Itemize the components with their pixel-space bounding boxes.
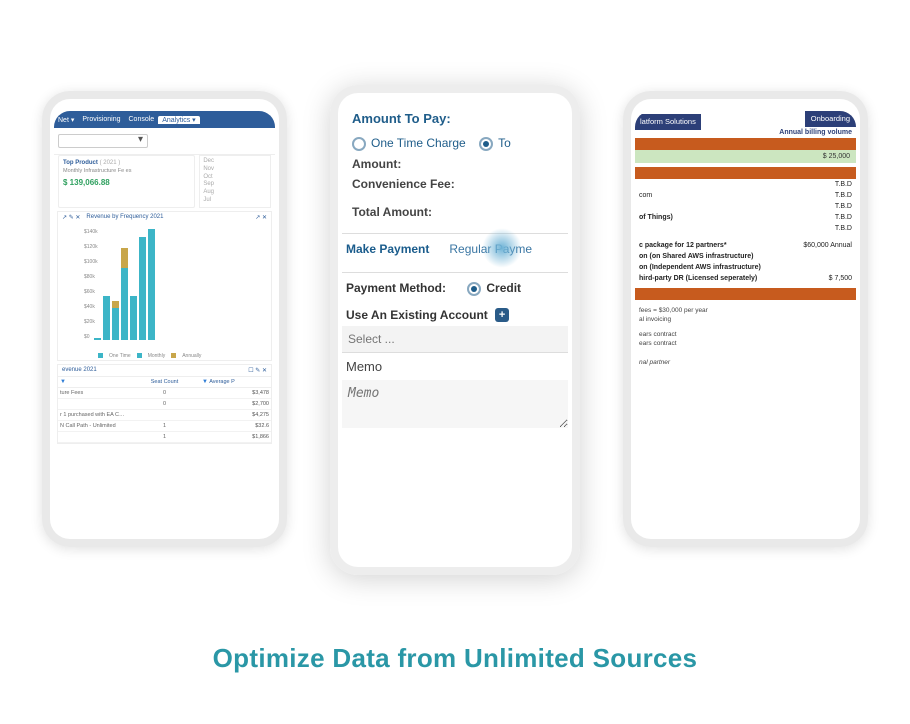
month[interactable]: Aug	[203, 189, 267, 197]
chart-bars	[94, 230, 265, 340]
month[interactable]: Nov	[203, 166, 267, 174]
month[interactable]: Oct	[203, 174, 267, 182]
price-row: hird-party DR (Licensed seperately)$ 7,5…	[635, 273, 856, 284]
filter-select[interactable]	[58, 134, 148, 148]
table-row[interactable]: r 1 purchased with EA Calling (250-1,999…	[58, 410, 271, 421]
price-row: comT.B.D	[635, 190, 856, 201]
top-product-card: Top Product ( 2021 ) Monthly Infrastruct…	[58, 155, 195, 208]
value-cell: $ 25,000	[635, 150, 856, 163]
note-text: fees = $30,000 per year	[635, 306, 856, 315]
month[interactable]: Sep	[203, 181, 267, 189]
table-row[interactable]: ture Fees0$3,478	[58, 388, 271, 399]
section-bar	[635, 138, 856, 150]
note-text: ears contract	[635, 330, 856, 339]
nav-item-active[interactable]: Analytics ▾	[158, 116, 199, 124]
price-row: T.B.D	[635, 201, 856, 212]
note-text: nal partner	[635, 358, 856, 367]
field-amount: Amount:	[352, 157, 558, 171]
price-row: T.B.D	[635, 223, 856, 234]
phone-right: latform Solutions Onboarding Annual bill…	[623, 91, 868, 547]
chart-card: ↗ ✎ ✕ Revenue by Frequency 2021 ↗ ✕ $140…	[57, 211, 272, 361]
tab-onboarding[interactable]: Onboarding	[805, 111, 856, 127]
table-title: evenue 2021	[62, 367, 97, 374]
radio-label: One Time Charge	[371, 136, 466, 150]
widget-expand-icon[interactable]: ↗ ✕	[255, 214, 267, 221]
chart-legend: One Time Monthly Annually	[98, 353, 267, 359]
top-product-amount: $ 139,066.88	[63, 178, 190, 187]
month[interactable]: Jul	[203, 197, 267, 205]
filter-icon[interactable]: ▼	[60, 379, 66, 385]
nav-item[interactable]: Net ▾	[54, 116, 78, 124]
account-select[interactable]	[342, 326, 568, 352]
revenue-table: evenue 2021 ☐ ✎ ✕ ▼ Seat Count ▼ Average …	[57, 364, 272, 444]
top-product-sub: Monthly Infrastructure Fe es	[63, 168, 190, 174]
existing-account-label: Use An Existing Account	[346, 308, 488, 322]
month-list: Dec Nov Oct Sep Aug Jul	[199, 155, 271, 208]
col[interactable]: Seat Count	[129, 377, 200, 387]
memo-label: Memo	[342, 353, 568, 380]
section-bar	[635, 288, 856, 300]
radio-label: To	[498, 136, 511, 150]
col[interactable]: Average P	[209, 379, 235, 385]
nav-item[interactable]: Console	[125, 116, 159, 123]
chart-title: Revenue by Frequency 2021	[86, 214, 163, 220]
field-total: Total Amount:	[352, 205, 558, 219]
radio-label: Credit	[486, 281, 521, 295]
radio-credit[interactable]	[467, 282, 481, 296]
screen-payment: Amount To Pay: One Time Charge To Amount…	[342, 105, 568, 557]
table-row[interactable]: N Call Path - Unlimited1$32.6	[58, 421, 271, 432]
note-text: al invoicing	[635, 315, 856, 324]
memo-input[interactable]	[342, 380, 568, 428]
screen-pricing: latform Solutions Onboarding Annual bill…	[635, 111, 856, 529]
tagline: Optimize Data from Unlimited Sources	[0, 643, 910, 674]
widget-controls-icon[interactable]: ↗ ✎ ✕	[62, 214, 80, 221]
table-row[interactable]: 0$2,700	[58, 399, 271, 410]
top-product-year: ( 2021 )	[100, 160, 121, 166]
table-header: ▼ Seat Count ▼ Average P	[58, 376, 271, 388]
price-row: on (on Shared AWS infrastructure)	[635, 251, 856, 262]
radio-total[interactable]	[479, 137, 493, 151]
filter-icon[interactable]: ▼	[202, 379, 208, 385]
top-product-title: Top Product	[63, 160, 98, 166]
radio-one-time[interactable]	[352, 137, 366, 151]
widget-controls-icon[interactable]: ☐ ✎ ✕	[248, 367, 267, 374]
month[interactable]: Dec	[203, 158, 267, 166]
nav-item[interactable]: Provisioning	[78, 116, 124, 123]
field-fee: Convenience Fee:	[352, 177, 558, 191]
regular-payment-button[interactable]: Regular Payme	[449, 242, 532, 256]
tab-platform[interactable]: latform Solutions	[635, 114, 701, 130]
table-row[interactable]: 1$1,866	[58, 432, 271, 443]
phone-left: Net ▾ Provisioning Console Analytics ▾ T…	[42, 91, 287, 547]
screen-analytics: Net ▾ Provisioning Console Analytics ▾ T…	[54, 111, 275, 529]
make-payment-button[interactable]: Make Payment	[346, 242, 429, 256]
price-row: of Things)T.B.D	[635, 212, 856, 223]
payment-method-label: Payment Method:	[346, 281, 446, 295]
note-text: ears contract	[635, 339, 856, 348]
price-row: c package for 12 partners*$60,000 Annual	[635, 240, 856, 251]
plus-icon[interactable]: +	[495, 308, 509, 322]
price-row: on (Independent AWS infrastructure)	[635, 262, 856, 273]
nav-bar: Net ▾ Provisioning Console Analytics ▾	[54, 111, 275, 128]
heading-amount: Amount To Pay:	[352, 111, 558, 126]
phone-center: Amount To Pay: One Time Charge To Amount…	[330, 85, 580, 575]
price-row: T.B.D	[635, 179, 856, 190]
section-bar	[635, 167, 856, 179]
